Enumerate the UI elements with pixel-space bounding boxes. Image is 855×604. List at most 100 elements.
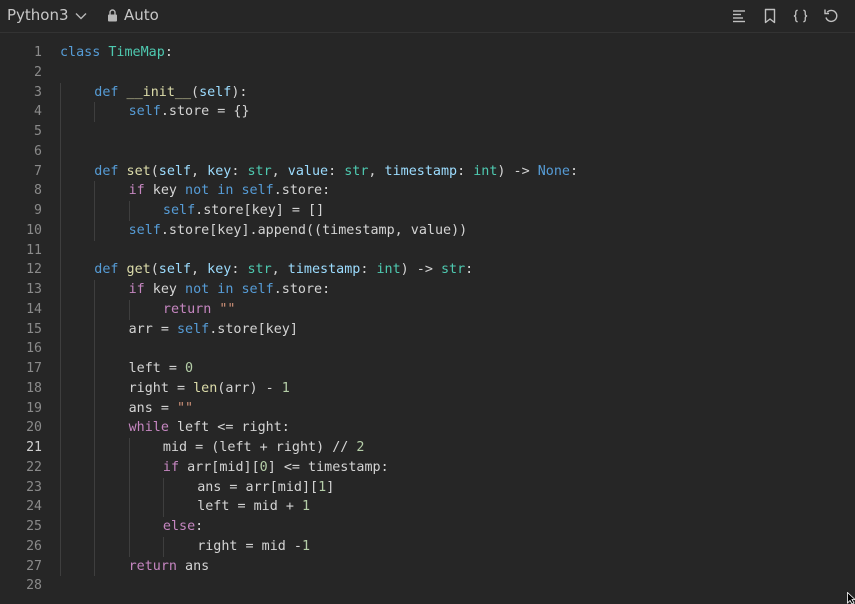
indent-guide [94,280,96,577]
code-token: 0 [185,361,194,376]
code-line: 16 [0,339,855,359]
code-token: key [144,183,186,199]
code-token: : [569,163,579,179]
code-text: return "" [163,300,236,320]
code-token: self [176,321,210,337]
code-token: : [195,519,204,534]
code-token: return [128,558,177,574]
code-token: int [473,163,498,179]
code-token: arr = [128,321,177,337]
code-token: value [287,163,329,179]
code-text: def set(self, key: str, value: str, time… [94,162,578,182]
line-number: 2 [34,64,42,80]
code-text: right = len(arr) - 1 [129,379,290,399]
code-line: 13 if key not in self.store: [0,280,855,300]
code-token: return [162,301,212,317]
code-token: 0 [259,459,268,475]
line-number: 14 [26,301,42,317]
code-token: not in [185,183,234,199]
code-token: 1 [318,479,327,495]
code-token: .store[key] = [] [195,203,325,218]
code-token: key [207,163,232,179]
code-token: left = mid + [197,499,302,515]
code-token: if [128,183,145,199]
code-token: self [128,222,161,238]
chevron-down-icon [75,13,87,20]
braces-icon[interactable] [791,6,810,25]
auto-mode[interactable]: Auto [107,6,159,24]
code-token: while [128,420,169,436]
indent-guide [162,536,164,557]
code-token: .store = {} [160,104,250,120]
code-text: self.store[key] = [] [163,201,324,221]
reset-icon[interactable] [822,6,841,25]
code-token: str [440,262,466,278]
code-text: left = mid + 1 [197,497,310,517]
auto-mode-label: Auto [124,6,159,24]
line-number: 6 [34,143,42,159]
code-line: 10 self.store[key].append((timestamp, val… [0,221,855,241]
line-number: 15 [26,321,42,337]
line-number: 8 [34,183,42,199]
code-text: mid = (left + right) // 2 [163,438,365,458]
code-token: timestamp [287,262,361,278]
code-token: int [376,262,401,278]
code-token: : [360,262,377,278]
code-token: .store[key] [209,321,298,337]
indent-guide [128,299,130,320]
code-token: get [126,262,151,278]
code-token: ] [326,479,335,495]
code-token: , [191,163,208,179]
indent-guide [60,82,61,577]
code-token: , [191,262,208,278]
code-token: self [199,84,232,100]
code-token: __init__ [126,84,192,100]
code-line: 17 left = 0 [0,359,855,379]
code-token: 1 [302,538,311,554]
code-editor[interactable]: 1 class TimeMap: 2 3 def __init__(self): 4 sel… [0,43,855,604]
code-token: .store: [273,183,331,199]
toolbar-actions [729,6,841,25]
language-selector[interactable]: Python3 [7,6,87,24]
code-token: right = [128,380,194,396]
format-icon[interactable] [729,6,748,25]
code-token: : [231,163,248,179]
code-line: 7 def set(self, key: str, value: str, tim… [0,162,855,182]
bookmark-icon[interactable] [760,6,779,25]
code-token: timestamp [384,163,458,179]
indent-guide [94,102,96,122]
code-token: ): [231,84,248,100]
code-text: self.store = {} [129,102,250,122]
code-line: 3 def __init__(self): [0,83,855,103]
code-token: , [271,163,288,179]
code-text: if key not in self.store: [129,280,331,300]
code-token: str [247,163,272,179]
code-token: 1 [281,380,290,396]
line-number: 24 [26,499,42,515]
code-token: left <= right: [168,420,290,436]
code-line: 4 self.store = {} [0,102,855,122]
code-token: right = mid - [197,538,302,554]
code-line: 19 ans = "" [0,399,855,419]
code-token: self [241,282,274,297]
code-token: : [465,262,474,278]
code-token: def [94,84,119,100]
code-line: 12 def get(self, key: str, timestamp: int… [0,260,855,280]
code-text: while left <= right: [129,418,290,438]
code-token: self [241,183,274,199]
language-label: Python3 [7,6,69,24]
line-number: 20 [26,420,42,436]
code-token: ans [176,558,210,574]
code-token: ) -> [400,262,441,278]
line-number: 19 [26,400,42,416]
code-token: set [126,163,151,179]
code-token: .store: [273,282,331,297]
indent-guide [94,181,96,241]
code-token: "" [176,400,194,416]
line-number: 21 [26,440,42,455]
indent-guide [162,477,164,517]
code-token: arr[mid][ [179,459,260,475]
code-line: 20 while left <= right: [0,418,855,438]
